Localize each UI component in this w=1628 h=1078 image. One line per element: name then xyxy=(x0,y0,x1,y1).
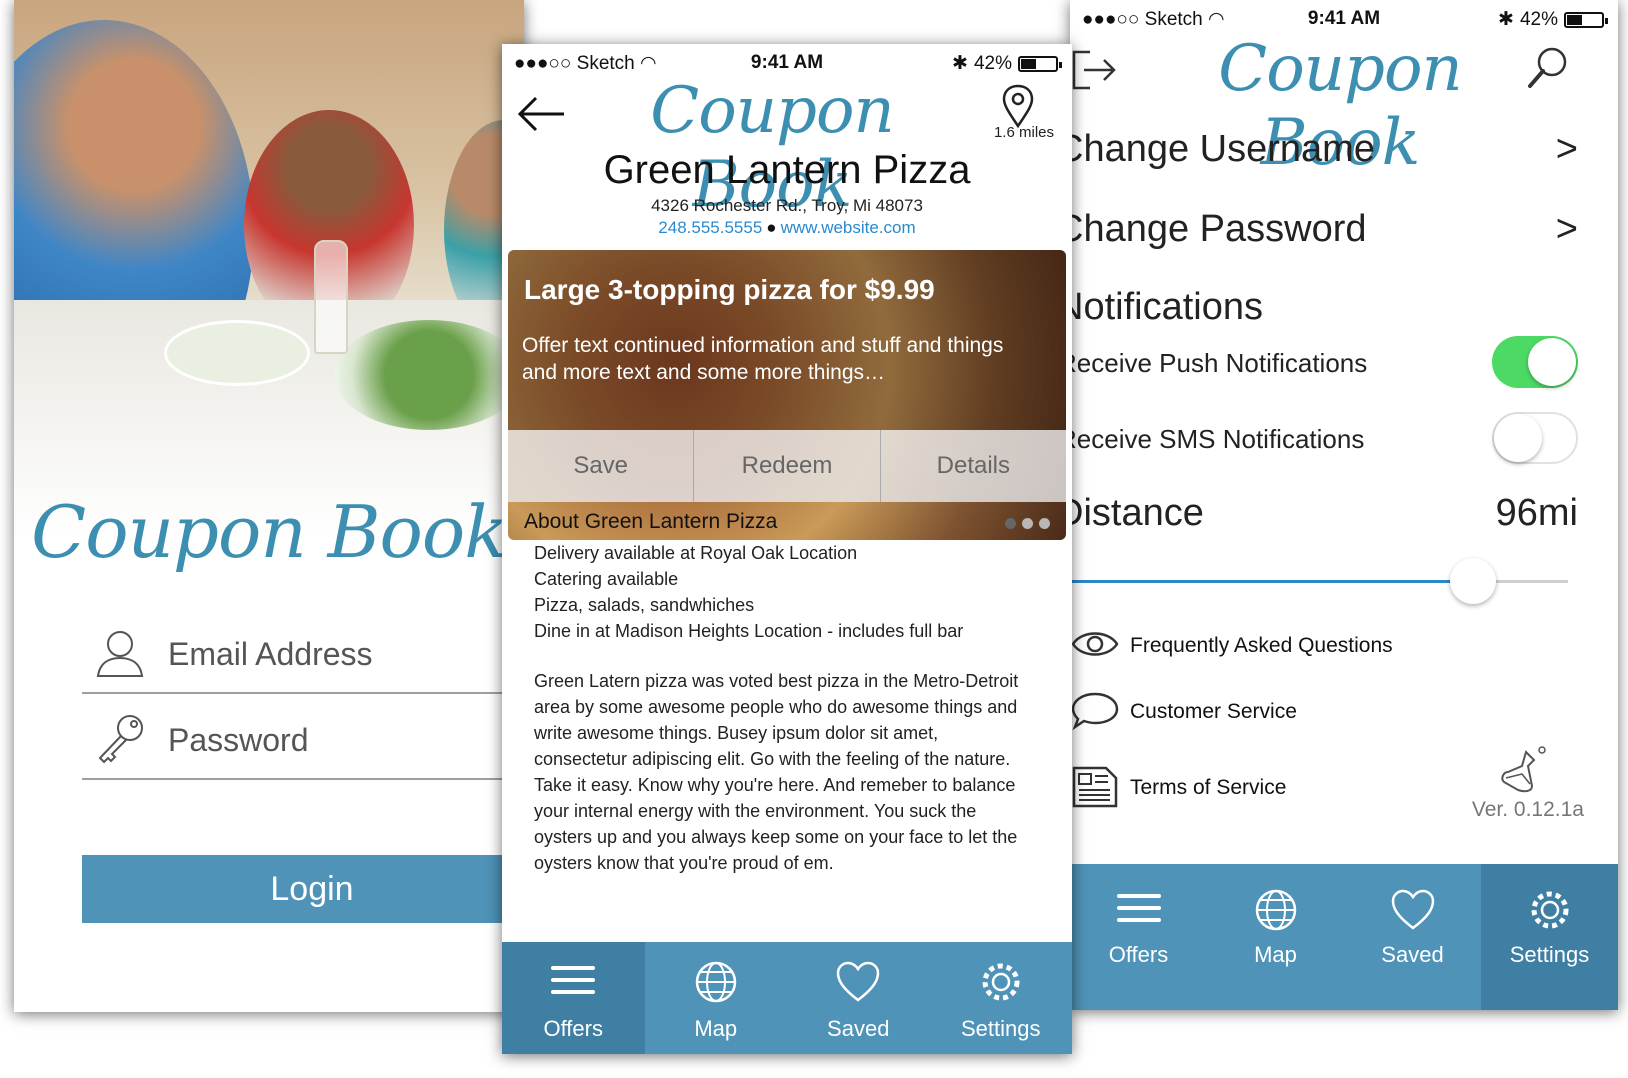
bluetooth-icon: ✱ xyxy=(1498,9,1514,30)
tab-settings[interactable]: Settings xyxy=(1481,864,1618,1010)
push-notifications-row: Receive Push Notifications xyxy=(1070,336,1578,388)
about-title: About Green Lantern Pizza xyxy=(524,510,778,533)
hero-photo xyxy=(14,0,524,540)
distance-label: 1.6 miles xyxy=(993,124,1054,141)
logout-icon[interactable] xyxy=(1070,48,1118,92)
offer-card[interactable]: Large 3-topping pizza for $9.99 Offer te… xyxy=(508,250,1066,540)
tab-bar: Offers Map Saved Settings xyxy=(502,942,1072,1054)
page-indicator[interactable] xyxy=(1005,518,1050,529)
eye-icon xyxy=(1071,632,1119,656)
business-contact: 248.555.5555 ● www.website.com xyxy=(658,218,916,237)
change-password-row[interactable]: Change Password > xyxy=(1070,208,1578,251)
flask-icon xyxy=(1501,746,1546,793)
chat-bubble-icon xyxy=(1071,692,1119,730)
login-button[interactable]: Login xyxy=(82,855,524,923)
list-item: Catering available xyxy=(534,569,679,589)
battery-percent: 42% xyxy=(973,52,1012,74)
save-button[interactable]: Save xyxy=(508,430,695,502)
distance-label: Distance xyxy=(1070,492,1204,534)
battery-indicator: ✱ 42% xyxy=(952,52,1062,75)
about-list: Delivery available at Royal Oak Location… xyxy=(534,540,963,644)
change-username-label: Change Username xyxy=(1070,128,1375,170)
offer-text: Offer text continued information and stu… xyxy=(522,334,1004,384)
battery-icon xyxy=(1564,11,1608,28)
offer-title: Large 3-topping pizza for $9.99 xyxy=(524,274,935,305)
settings-screen: ●●●○○ Sketch ◠ 9:41 AM ✱ 42% Coupon Book… xyxy=(1070,0,1618,1010)
push-toggle[interactable] xyxy=(1492,336,1578,388)
business-address: 4326 Rochester Rd., Troy, Mi 48073 xyxy=(651,196,923,215)
about-body: Green Latern pizza was voted best pizza … xyxy=(534,671,1019,873)
back-arrow-icon[interactable] xyxy=(516,94,566,134)
tab-map[interactable]: Map xyxy=(645,942,788,1054)
version-label: Ver. 0.12.1a xyxy=(1471,798,1584,821)
sms-toggle[interactable] xyxy=(1492,412,1578,464)
distance-value: 96mi xyxy=(1495,492,1578,534)
change-password-label: Change Password xyxy=(1070,208,1367,250)
list-item: Dine in at Madison Heights Location - in… xyxy=(534,621,964,641)
list-item: Delivery available at Royal Oak Location xyxy=(534,543,858,563)
globe-icon xyxy=(1255,889,1296,931)
sms-label: Receive SMS Notifications xyxy=(1070,424,1365,454)
email-placeholder: Email Address xyxy=(168,636,373,672)
search-icon[interactable] xyxy=(1526,46,1570,90)
list-icon xyxy=(551,966,596,994)
key-icon xyxy=(98,715,143,764)
details-button[interactable]: Details xyxy=(881,430,1066,502)
tab-saved[interactable]: Saved xyxy=(1344,864,1481,1010)
password-placeholder: Password xyxy=(168,722,309,758)
list-icon xyxy=(1116,894,1161,922)
distance-row: Distance 96mi xyxy=(1070,492,1578,535)
chevron-right-icon: > xyxy=(1555,128,1578,170)
push-label: Receive Push Notifications xyxy=(1070,348,1368,378)
gear-icon xyxy=(982,963,1020,1001)
business-name: Green Lantern Pizza xyxy=(603,148,971,192)
app-logo: Coupon Book xyxy=(31,490,508,574)
phone-link[interactable]: 248.555.5555 xyxy=(658,218,762,237)
user-icon xyxy=(96,631,144,677)
business-detail-screen: ●●●○○ Sketch ◠ 9:41 AM ✱ 42% Coupon Book… xyxy=(502,44,1072,1054)
change-username-row[interactable]: Change Username > xyxy=(1070,128,1578,171)
sms-notifications-row: Receive SMS Notifications xyxy=(1070,412,1578,464)
login-screen: Coupon Book Email Address Password Login xyxy=(14,0,524,1012)
tab-offers[interactable]: Offers xyxy=(502,942,645,1054)
gear-icon xyxy=(1531,891,1568,929)
document-icon xyxy=(1072,766,1118,808)
password-field[interactable]: Password xyxy=(82,688,524,780)
battery-percent: 42% xyxy=(1519,8,1558,30)
battery-indicator: ✱ 42% xyxy=(1498,8,1608,31)
bluetooth-icon: ✱ xyxy=(952,53,968,74)
globe-icon xyxy=(695,961,736,1003)
tab-map[interactable]: Map xyxy=(1207,864,1344,1010)
website-link[interactable]: www.website.com xyxy=(781,218,916,237)
tab-bar: Offers Map Saved Settings xyxy=(1070,864,1618,1010)
wine-glass xyxy=(314,240,348,354)
list-item: Pizza, salads, sandwhiches xyxy=(534,595,755,615)
offer-actions: Save Redeem Details xyxy=(508,430,1066,502)
notifications-header: Notifications xyxy=(1070,286,1263,328)
redeem-button[interactable]: Redeem xyxy=(694,430,881,502)
distance-slider-knob[interactable] xyxy=(1450,558,1496,604)
tab-saved[interactable]: Saved xyxy=(787,942,930,1054)
location-pin-icon xyxy=(1002,84,1034,128)
chevron-right-icon: > xyxy=(1555,208,1578,250)
email-field[interactable]: Email Address xyxy=(82,602,524,694)
heart-icon xyxy=(836,961,880,1002)
tab-offers[interactable]: Offers xyxy=(1070,864,1207,1010)
status-bar: ●●●○○ Sketch ◠ 9:41 AM ✱ 42% xyxy=(1070,0,1618,36)
heart-icon xyxy=(1391,889,1434,930)
battery-icon xyxy=(1018,55,1062,72)
tab-settings[interactable]: Settings xyxy=(930,942,1073,1054)
